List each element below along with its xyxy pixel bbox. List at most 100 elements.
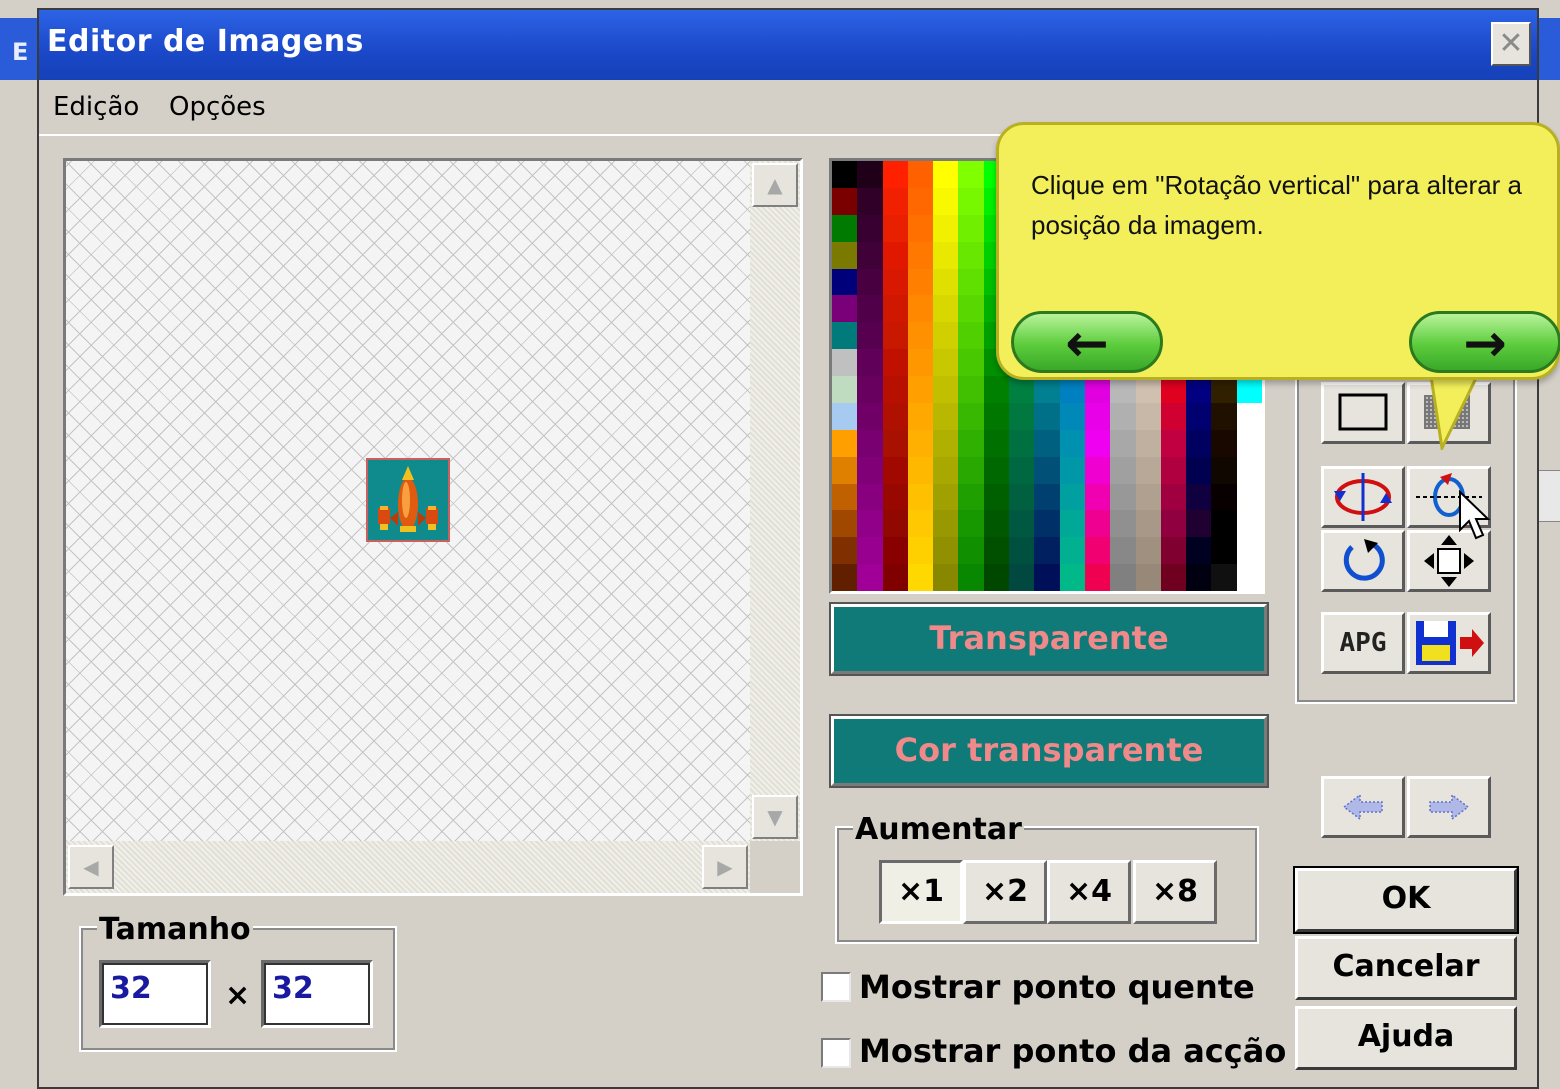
palette-swatch[interactable]: [1009, 510, 1035, 538]
palette-swatch[interactable]: [1009, 564, 1035, 591]
palette-swatch[interactable]: [1135, 510, 1161, 538]
palette-swatch[interactable]: [958, 268, 984, 296]
menu-edicao[interactable]: Edição: [53, 92, 139, 122]
primary-color-bar[interactable]: Transparente: [829, 602, 1269, 676]
palette-swatch[interactable]: [907, 241, 934, 269]
palette-swatch[interactable]: [958, 510, 984, 538]
palette-swatch[interactable]: [1059, 510, 1085, 538]
palette-swatch[interactable]: [1059, 537, 1085, 565]
palette-swatch[interactable]: [1009, 456, 1035, 484]
palette-swatch[interactable]: [832, 187, 858, 215]
palette-swatch[interactable]: [1084, 510, 1111, 538]
palette-swatch[interactable]: [857, 456, 883, 484]
close-button[interactable]: ✕: [1491, 22, 1531, 66]
palette-swatch[interactable]: [1236, 429, 1262, 457]
palette-swatch[interactable]: [1034, 376, 1060, 403]
palette-swatch[interactable]: [1236, 376, 1262, 403]
palette-swatch[interactable]: [1160, 564, 1187, 591]
palette-swatch[interactable]: [933, 456, 959, 484]
horizontal-flip-button[interactable]: [1321, 466, 1405, 528]
palette-swatch[interactable]: [1034, 510, 1060, 538]
palette-swatch[interactable]: [1135, 537, 1161, 565]
palette-swatch[interactable]: [1135, 564, 1161, 591]
palette-swatch[interactable]: [882, 349, 908, 376]
palette-swatch[interactable]: [1160, 429, 1187, 457]
palette-swatch[interactable]: [832, 402, 858, 430]
palette-swatch[interactable]: [1236, 402, 1262, 430]
palette-swatch[interactable]: [1160, 537, 1187, 565]
palette-swatch[interactable]: [933, 483, 959, 511]
palette-swatch[interactable]: [907, 322, 934, 350]
palette-swatch[interactable]: [1236, 564, 1262, 591]
palette-swatch[interactable]: [1034, 483, 1060, 511]
palette-swatch[interactable]: [1084, 537, 1111, 565]
palette-swatch[interactable]: [907, 376, 934, 403]
palette-swatch[interactable]: [983, 564, 1010, 591]
palette-swatch[interactable]: [882, 456, 908, 484]
palette-swatch[interactable]: [857, 161, 883, 188]
palette-swatch[interactable]: [1211, 483, 1237, 511]
ok-button[interactable]: OK: [1293, 866, 1519, 934]
palette-swatch[interactable]: [857, 402, 883, 430]
palette-swatch[interactable]: [1009, 429, 1035, 457]
palette-swatch[interactable]: [907, 402, 934, 430]
palette-swatch[interactable]: [1059, 402, 1085, 430]
action-point-checkbox[interactable]: [821, 1038, 851, 1068]
palette-swatch[interactable]: [983, 510, 1010, 538]
palette-swatch[interactable]: [832, 376, 858, 403]
palette-swatch[interactable]: [1059, 429, 1085, 457]
palette-swatch[interactable]: [1110, 483, 1136, 511]
palette-swatch[interactable]: [1084, 456, 1111, 484]
previous-frame-button[interactable]: [1321, 776, 1405, 838]
palette-swatch[interactable]: [933, 510, 959, 538]
palette-swatch[interactable]: [1211, 376, 1237, 403]
hotspot-checkbox-label[interactable]: Mostrar ponto quente: [859, 968, 1255, 1006]
scroll-up-button[interactable]: ▲: [752, 163, 798, 207]
palette-swatch[interactable]: [933, 268, 959, 296]
palette-swatch[interactable]: [832, 510, 858, 538]
palette-swatch[interactable]: [1211, 537, 1237, 565]
palette-swatch[interactable]: [1009, 483, 1035, 511]
palette-swatch[interactable]: [1236, 537, 1262, 565]
help-button[interactable]: Ajuda: [1295, 1006, 1517, 1070]
palette-swatch[interactable]: [1110, 564, 1136, 591]
zoom-x1-button[interactable]: ×1: [879, 860, 963, 924]
palette-swatch[interactable]: [1059, 483, 1085, 511]
palette-swatch[interactable]: [1009, 537, 1035, 565]
palette-swatch[interactable]: [1211, 456, 1237, 484]
palette-swatch[interactable]: [857, 268, 883, 296]
palette-swatch[interactable]: [1135, 402, 1161, 430]
palette-swatch[interactable]: [933, 322, 959, 350]
palette-swatch[interactable]: [1110, 456, 1136, 484]
palette-swatch[interactable]: [857, 322, 883, 350]
palette-swatch[interactable]: [882, 510, 908, 538]
scroll-right-button[interactable]: ▶: [702, 845, 748, 889]
palette-swatch[interactable]: [907, 564, 934, 591]
secondary-color-bar[interactable]: Cor transparente: [829, 714, 1269, 788]
palette-swatch[interactable]: [832, 161, 858, 188]
palette-swatch[interactable]: [1211, 429, 1237, 457]
palette-swatch[interactable]: [958, 322, 984, 350]
palette-swatch[interactable]: [832, 537, 858, 565]
palette-swatch[interactable]: [882, 402, 908, 430]
palette-swatch[interactable]: [882, 214, 908, 242]
palette-swatch[interactable]: [1211, 564, 1237, 591]
palette-swatch[interactable]: [983, 376, 1010, 403]
palette-swatch[interactable]: [983, 537, 1010, 565]
palette-swatch[interactable]: [1186, 510, 1212, 538]
palette-swatch[interactable]: [882, 376, 908, 403]
palette-swatch[interactable]: [1236, 483, 1262, 511]
palette-swatch[interactable]: [958, 456, 984, 484]
palette-swatch[interactable]: [1009, 376, 1035, 403]
palette-swatch[interactable]: [1160, 456, 1187, 484]
zoom-x8-button[interactable]: ×8: [1133, 860, 1217, 924]
palette-swatch[interactable]: [1034, 429, 1060, 457]
palette-swatch[interactable]: [882, 483, 908, 511]
palette-swatch[interactable]: [1084, 483, 1111, 511]
palette-swatch[interactable]: [983, 402, 1010, 430]
palette-swatch[interactable]: [1059, 376, 1085, 403]
palette-swatch[interactable]: [1211, 402, 1237, 430]
palette-swatch[interactable]: [882, 564, 908, 591]
palette-swatch[interactable]: [933, 241, 959, 269]
palette-swatch[interactable]: [958, 214, 984, 242]
